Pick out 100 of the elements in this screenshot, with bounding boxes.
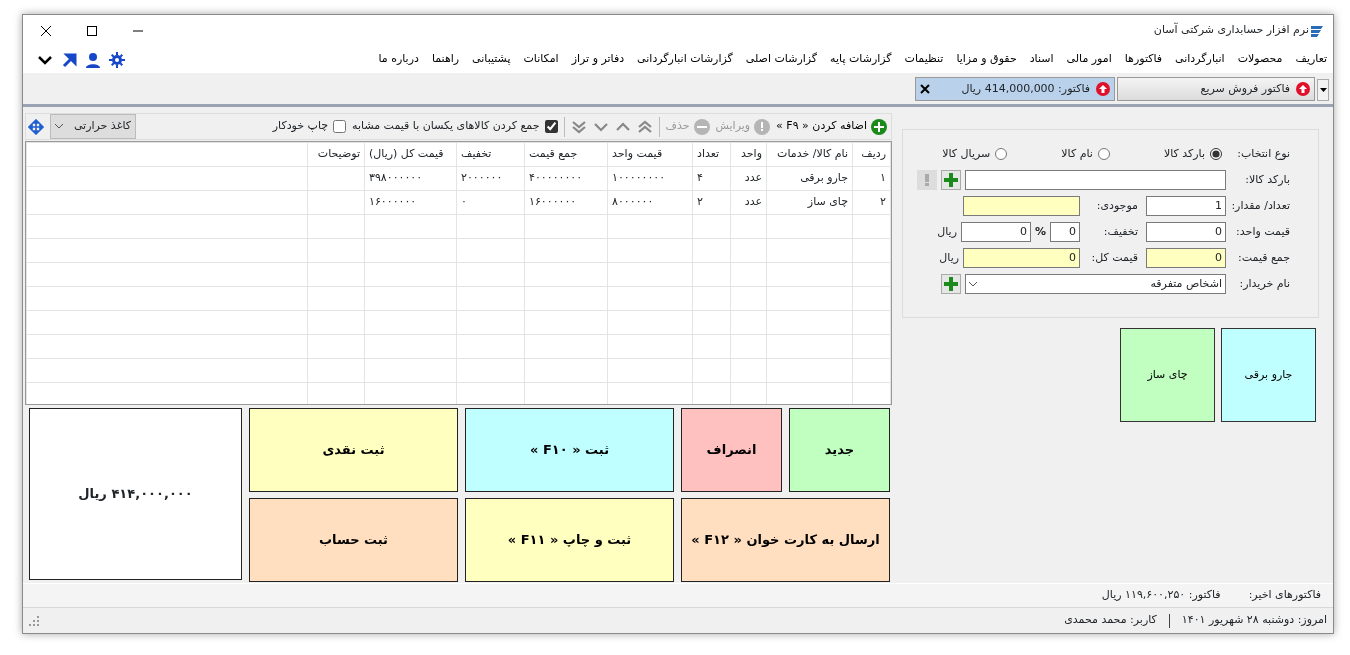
menu-item[interactable]: پشتیبانی	[472, 51, 511, 68]
status-label: فاکتورهای اخیر:	[1248, 587, 1321, 604]
field-label: بارکد کالا:	[1244, 171, 1290, 188]
table-cell: ۱	[852, 166, 891, 191]
field-label: قیمت کل:	[1090, 249, 1139, 266]
option-label: سریال کالا	[942, 145, 991, 162]
menu-item[interactable]: گزارشات انبارگردانی	[637, 51, 733, 68]
menu-item[interactable]: اسناد	[1029, 51, 1054, 68]
column-header: تعداد	[692, 142, 731, 167]
exclamation-icon	[925, 174, 929, 186]
table-cell: ۱۶۰۰۰۰۰۰	[524, 190, 608, 215]
action-button[interactable]: ارسال به کارت خوان « F۱۲ »	[681, 498, 890, 582]
table-cell: ۳۹۸۰۰۰۰۰۰	[364, 166, 457, 191]
tab[interactable]: فاکتور: 414,000,000 ریال	[915, 77, 1115, 101]
add-icon	[871, 118, 887, 135]
radio-button[interactable]	[995, 148, 1008, 160]
action-button[interactable]: ثبت « F۱۰ »	[465, 408, 674, 492]
double-down-icon[interactable]	[570, 118, 587, 135]
arrow-icon[interactable]	[61, 51, 77, 68]
currency-label: ریال	[939, 249, 959, 266]
column-header: قیمت واحد	[607, 142, 693, 167]
settings-icon[interactable]	[109, 51, 125, 68]
product-button[interactable]: جارو برقی	[1221, 328, 1316, 422]
table-cell: عدد	[730, 166, 767, 191]
field-label: قیمت واحد:	[1235, 223, 1290, 240]
table-cell: ۸۰۰۰۰۰۰	[607, 190, 693, 215]
input-field[interactable]: 0	[1146, 248, 1226, 268]
radio-button[interactable]	[1097, 148, 1110, 160]
action-button[interactable]: جدید	[789, 408, 890, 492]
add-button[interactable]	[941, 274, 961, 294]
menu-item[interactable]: گزارشات پایه	[830, 51, 892, 68]
checkbox[interactable]	[333, 120, 347, 133]
input-field[interactable]: 1	[1146, 196, 1226, 216]
menu-item[interactable]: فاکتورها	[1124, 51, 1163, 68]
column-header: واحد	[730, 142, 767, 167]
total-amount: ۴۱۴,۰۰۰,۰۰۰ ریال	[29, 408, 242, 580]
column-header: نام کالا/ خدمات	[766, 142, 853, 167]
column-header: توضیحات	[307, 142, 365, 167]
tab-list-button[interactable]	[1317, 79, 1329, 101]
double-up-icon[interactable]	[636, 118, 653, 135]
table-cell: چای ساز	[766, 190, 853, 215]
field-label: تخفیف:	[1102, 223, 1139, 240]
table-cell: ۲	[852, 190, 891, 215]
product-button[interactable]: چای ساز	[1120, 328, 1215, 422]
table-cell: ۲	[692, 190, 731, 215]
currency-label: ریال	[937, 223, 957, 240]
menu-item[interactable]: دفاتر و تراز	[571, 51, 625, 68]
input-field[interactable]: 0	[963, 248, 1080, 268]
input-field[interactable]	[965, 170, 1226, 190]
caret-down-icon	[1319, 88, 1327, 92]
menu-item[interactable]: حقوق و مزایا	[956, 51, 1017, 68]
checkbox-label: چاپ خودکار	[272, 118, 329, 135]
field-label: جمع قیمت:	[1237, 249, 1290, 266]
menu-item[interactable]: امکانات	[523, 51, 559, 68]
menu-item[interactable]: محصولات	[1237, 51, 1283, 68]
menu-item[interactable]: انبارگردانی	[1175, 51, 1225, 68]
column-header: ردیف	[852, 142, 891, 167]
action-button[interactable]: ثبت نقدی	[249, 408, 458, 492]
add-button[interactable]	[941, 170, 961, 190]
close-icon	[41, 25, 51, 36]
plus-icon	[944, 277, 958, 291]
action-button[interactable]: انصراف	[681, 408, 782, 492]
menu-item[interactable]: گزارشات اصلی	[745, 51, 818, 68]
dropdown[interactable]: اشخاص متفرقه	[965, 274, 1226, 294]
percent-sign: %	[1034, 223, 1046, 240]
input-field[interactable]	[963, 196, 1080, 216]
table-cell: ۴۰۰۰۰۰۰۰۰	[524, 166, 608, 191]
menu-item[interactable]: راهنما	[431, 51, 460, 68]
menu-item[interactable]: امور مالی	[1066, 51, 1112, 68]
remove-icon	[693, 118, 710, 135]
plus-icon	[944, 173, 958, 187]
user-icon[interactable]	[85, 51, 101, 68]
field-label: موجودی:	[1095, 197, 1139, 214]
close-icon[interactable]	[920, 84, 930, 94]
table-cell: ۱۶۰۰۰۰۰۰	[364, 190, 457, 215]
input-field[interactable]: 0	[960, 222, 1031, 242]
menu-item[interactable]: درباره ما	[378, 51, 419, 68]
menu-item[interactable]: تعاریف	[1295, 51, 1327, 68]
maximize-icon	[87, 25, 97, 36]
toolbar-button[interactable]: اضافه کردن « F۹ »	[776, 118, 887, 135]
field-label: نام خریدار:	[1238, 275, 1290, 292]
recent-invoice-link[interactable]: فاکتور: ۱۱۹,۶۰۰,۲۵۰ ریال	[1101, 587, 1221, 604]
table-cell: ۱۰۰۰۰۰۰۰۰	[607, 166, 693, 191]
field-label: تعداد/ مقدار:	[1230, 197, 1290, 214]
input-field[interactable]: 0	[1146, 222, 1226, 242]
chevron-down-icon	[55, 124, 63, 129]
checkbox[interactable]	[544, 120, 558, 133]
input-field[interactable]: 0	[1050, 222, 1080, 242]
paper-dropdown[interactable]: کاغذ حرارتی	[50, 114, 136, 139]
upload-icon	[1096, 82, 1110, 96]
action-button[interactable]: ثبت و چاپ « F۱۱ »	[465, 498, 674, 582]
chevron-down-icon	[969, 281, 977, 287]
table-cell: جارو برقی	[766, 166, 853, 191]
radio-button[interactable]	[1210, 148, 1222, 160]
menu-item[interactable]: تنظیمات	[904, 51, 944, 68]
table-cell: ۲۰۰۰۰۰۰	[456, 166, 525, 191]
action-button[interactable]: ثبت حساب	[249, 498, 458, 582]
column-header: تخفیف	[456, 142, 525, 167]
table-cell: عدد	[730, 190, 767, 215]
tab[interactable]: فاکتور فروش سریع	[1117, 77, 1315, 101]
